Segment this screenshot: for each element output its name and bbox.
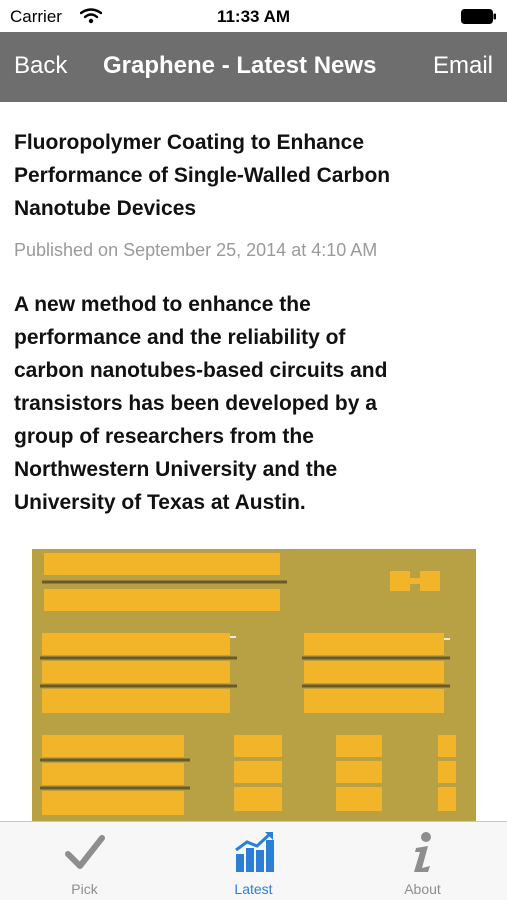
article-title-line: Fluoropolymer Coating to Enhance bbox=[14, 131, 365, 154]
tab-pick-label: Pick bbox=[71, 881, 98, 897]
article-lead-line: transistors has been developed by a bbox=[14, 392, 377, 415]
email-button[interactable]: Email bbox=[433, 52, 493, 80]
back-button[interactable]: Back bbox=[14, 52, 67, 80]
article-lead-line: group of researchers from the bbox=[14, 425, 314, 448]
app-screen: Carrier 11:33 AM Back Graphene - Latest … bbox=[0, 0, 507, 900]
article-lead-line: performance and the reliability of bbox=[14, 326, 346, 349]
tab-latest-label: Latest bbox=[234, 881, 273, 897]
status-bar: Carrier 11:33 AM bbox=[0, 0, 507, 32]
micrograph-image bbox=[32, 549, 476, 823]
battery-icon bbox=[461, 9, 496, 24]
article-title-line: Nanotube Devices bbox=[14, 197, 197, 220]
status-time: 11:33 AM bbox=[216, 7, 291, 26]
nav-title: Graphene - Latest News bbox=[103, 52, 377, 79]
article-lead-line: Northwestern University and the bbox=[14, 458, 338, 481]
checkmark-icon bbox=[65, 835, 105, 869]
article-title-line: Performance of Single-Walled Carbon bbox=[14, 164, 391, 187]
tab-about[interactable]: About bbox=[338, 822, 507, 900]
tab-pick[interactable]: Pick bbox=[0, 822, 169, 900]
published-date: Published on September 25, 2014 at 4:10 … bbox=[14, 240, 378, 260]
tab-latest[interactable]: Latest bbox=[169, 822, 338, 900]
article-lead: A new method to enhance the performance … bbox=[14, 288, 494, 519]
navigation-bar: Back Graphene - Latest News Email bbox=[0, 32, 507, 102]
article-image bbox=[32, 549, 476, 823]
article-lead-line: University of Texas at Austin. bbox=[14, 491, 306, 514]
article-lead-line: carbon nanotubes-based circuits and bbox=[14, 359, 388, 382]
article-title: Fluoropolymer Coating to Enhance Perform… bbox=[14, 126, 494, 225]
tab-about-label: About bbox=[404, 881, 441, 897]
article-content: Fluoropolymer Coating to Enhance Perform… bbox=[14, 102, 494, 519]
info-icon bbox=[414, 832, 431, 872]
article-lead-line: A new method to enhance the bbox=[14, 293, 311, 316]
bar-chart-icon bbox=[235, 831, 274, 872]
tab-bar: Pick Latest About bbox=[0, 821, 507, 900]
